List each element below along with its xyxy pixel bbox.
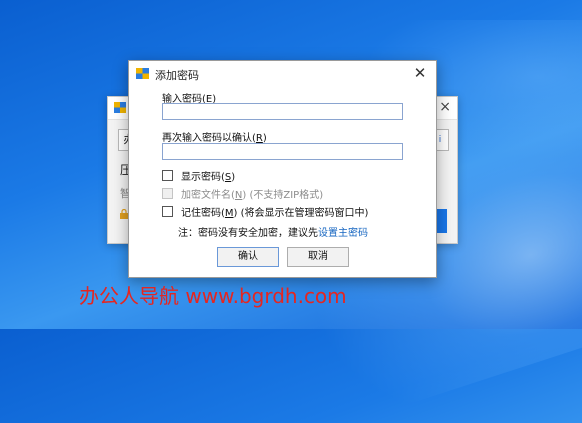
show-password-label: 显示密码(S)	[181, 171, 236, 183]
cancel-button[interactable]: 取消	[287, 247, 349, 267]
show-password-checkbox[interactable]	[162, 169, 173, 181]
show-password-option[interactable]: 显示密码(S)	[162, 168, 236, 183]
watermark-text: 办公人导航 www.bgrdh.com	[79, 284, 347, 308]
set-master-password-link[interactable]: 设置主密码	[318, 228, 368, 239]
confirm-password-label: 再次输入密码以确认(R)	[162, 133, 267, 144]
encrypt-filenames-checkbox	[162, 187, 173, 199]
confirm-button[interactable]: 确认	[217, 247, 279, 267]
encrypt-filenames-option: 加密文件名(N) (不支持ZIP格式)	[162, 186, 324, 201]
background-close-icon[interactable]: ×	[439, 99, 451, 115]
archive-app-icon	[136, 68, 149, 79]
archive-app-icon	[114, 102, 126, 113]
encrypt-filenames-label: 加密文件名(N) (不支持ZIP格式)	[181, 189, 324, 201]
remember-password-checkbox[interactable]	[162, 205, 173, 217]
add-password-dialog: 添加密码 ✕ 输入密码(E) 再次输入密码以确认(R) 显示密码(S) 加密文件…	[128, 60, 437, 278]
close-button[interactable]: ✕	[410, 63, 430, 83]
close-icon: ✕	[413, 64, 427, 82]
dialog-title: 添加密码	[155, 69, 199, 82]
password-input[interactable]	[162, 103, 403, 120]
remember-password-option[interactable]: 记住密码(M) (将会显示在管理密码窗口中)	[162, 204, 369, 219]
dialog-titlebar: 添加密码 ✕	[129, 61, 436, 87]
confirm-password-input[interactable]	[162, 143, 403, 160]
remember-password-label: 记住密码(M) (将会显示在管理密码窗口中)	[181, 207, 369, 219]
security-note: 注：密码没有安全加密，建议先设置主密码	[178, 228, 368, 239]
